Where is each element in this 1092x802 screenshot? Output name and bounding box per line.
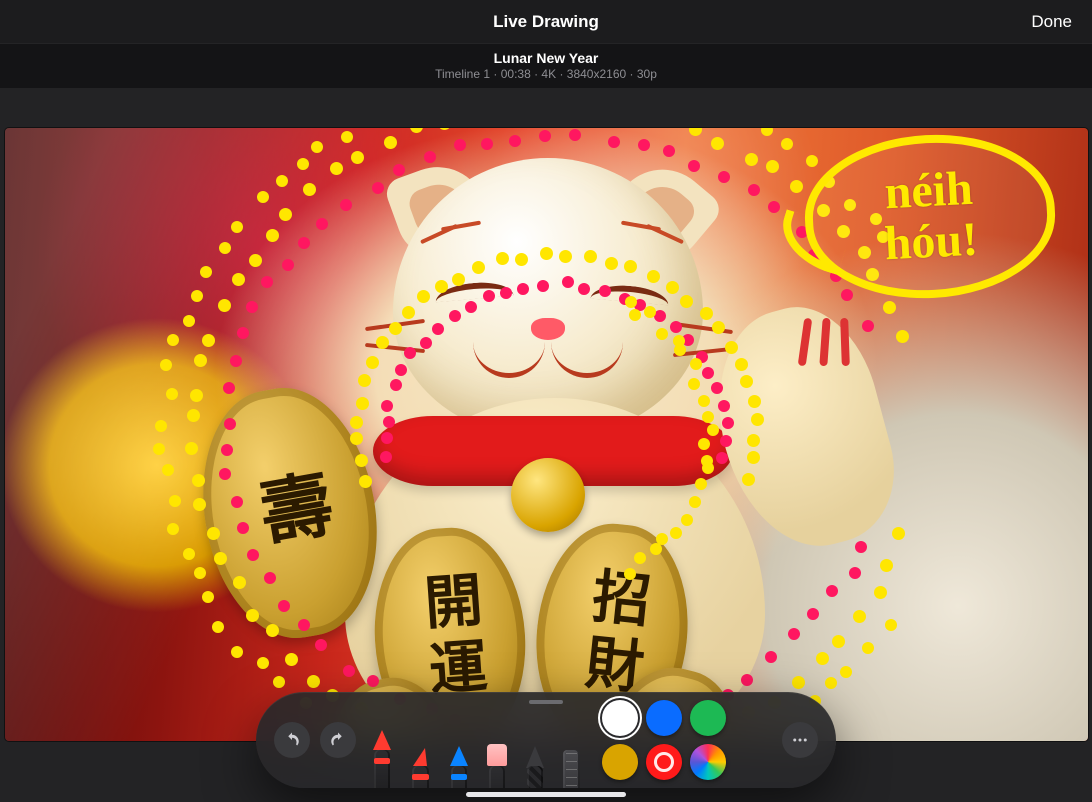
meta-quality: 4K <box>541 67 556 81</box>
editor-stage: 壽 開運 招財 néih hóu! <box>0 88 1092 802</box>
meta-framerate: 30p <box>637 67 657 81</box>
tool-marker[interactable] <box>408 736 432 788</box>
tool-tray <box>366 692 588 788</box>
tool-ruler[interactable] <box>561 736 582 788</box>
color-swatch[interactable] <box>690 744 726 780</box>
cat-mouth <box>473 333 623 383</box>
drawing-toolbar <box>256 692 836 788</box>
tool-stylus[interactable] <box>523 736 547 788</box>
toolbar-grabber[interactable] <box>529 700 563 704</box>
meta-resolution: 3840x2160 <box>567 67 626 81</box>
color-swatch[interactable] <box>602 700 638 736</box>
more-button[interactable] <box>782 722 818 758</box>
tool-eraser[interactable] <box>485 736 509 788</box>
tool-pencil[interactable] <box>447 736 471 788</box>
cat-bell <box>511 458 585 532</box>
tool-pen[interactable] <box>370 720 394 788</box>
color-swatches <box>602 700 770 780</box>
meta-timecode: 00:38 <box>501 67 531 81</box>
meta-timeline: Timeline 1 <box>435 67 490 81</box>
color-swatch[interactable] <box>646 744 682 780</box>
undo-icon <box>283 731 301 749</box>
project-info-bar: Lunar New Year Timeline 1 · 00:38 · 4K ·… <box>0 44 1092 88</box>
mode-title: Live Drawing <box>493 12 599 32</box>
color-swatch[interactable] <box>690 700 726 736</box>
title-bar: Live Drawing Done <box>0 0 1092 44</box>
redo-button[interactable] <box>320 722 356 758</box>
done-button[interactable]: Done <box>1031 0 1072 44</box>
color-swatch[interactable] <box>602 744 638 780</box>
speech-text: néih hóu! <box>881 164 980 270</box>
drawing-canvas[interactable]: 壽 開運 招財 néih hóu! <box>5 128 1088 741</box>
home-indicator[interactable] <box>466 792 626 797</box>
redo-icon <box>329 731 347 749</box>
color-swatch[interactable] <box>646 700 682 736</box>
project-name: Lunar New Year <box>494 50 599 67</box>
project-meta: Timeline 1 · 00:38 · 4K · 3840x2160 · 30… <box>435 67 657 81</box>
ellipsis-icon <box>791 731 809 749</box>
undo-button[interactable] <box>274 722 310 758</box>
